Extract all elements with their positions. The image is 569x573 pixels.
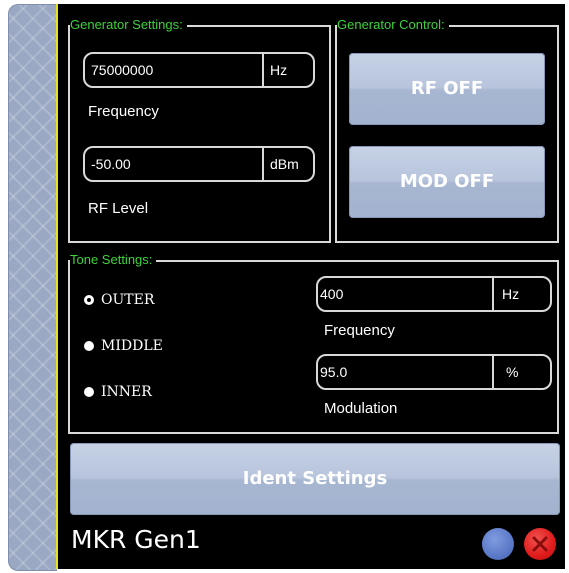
radio-unselected-icon — [84, 341, 94, 351]
tone-settings-group: Tone Settings: OUTER MIDDLE INNER 400 Hz… — [68, 251, 559, 434]
generator-settings-title: Generator Settings: — [70, 16, 187, 34]
frequency-value: 75000000 — [91, 62, 154, 78]
radio-unselected-icon — [84, 387, 94, 397]
tone-frequency-label: Frequency — [324, 322, 395, 339]
unit-divider — [492, 356, 494, 388]
tone-settings-title: Tone Settings: — [70, 251, 157, 269]
blue-circle-button[interactable] — [482, 528, 514, 560]
radio-middle-label: MIDDLE — [101, 338, 163, 354]
mod-off-button[interactable]: MOD OFF — [349, 146, 545, 218]
rf-off-button[interactable]: RF OFF — [349, 53, 545, 125]
tone-frequency-field[interactable]: 400 Hz — [316, 276, 552, 312]
radio-outer[interactable]: OUTER — [84, 292, 154, 308]
modulation-unit: % — [506, 364, 519, 380]
app-window: Generator Settings: 75000000 Hz Frequenc… — [0, 0, 569, 573]
generator-control-group: Generator Control: RF OFF MOD OFF — [335, 16, 559, 243]
modulation-field[interactable]: 95.0 % — [316, 354, 552, 390]
unit-divider — [262, 148, 264, 180]
modulation-label: Modulation — [324, 400, 398, 417]
radio-inner-label: INNER — [101, 384, 152, 400]
tone-frequency-unit: Hz — [502, 286, 520, 302]
frequency-field[interactable]: 75000000 Hz — [83, 52, 315, 88]
generator-control-title: Generator Control: — [337, 16, 449, 34]
radio-middle[interactable]: MIDDLE — [84, 338, 163, 354]
frequency-unit: Hz — [270, 62, 288, 78]
main-panel: Generator Settings: 75000000 Hz Frequenc… — [56, 4, 565, 569]
close-icon[interactable] — [524, 528, 556, 560]
footer-title: MKR Gen1 — [71, 525, 201, 554]
unit-divider — [492, 278, 494, 310]
close-x-glyph — [532, 536, 548, 552]
ident-settings-button[interactable]: Ident Settings — [70, 443, 560, 515]
radio-selected-icon — [84, 295, 94, 305]
modulation-value: 95.0 — [320, 364, 348, 380]
tone-frequency-value: 400 — [320, 286, 344, 302]
rf-level-field[interactable]: -50.00 dBm — [83, 146, 315, 182]
frequency-label: Frequency — [88, 103, 159, 120]
unit-divider — [262, 54, 264, 86]
rf-level-label: RF Level — [88, 200, 149, 217]
rf-level-value: -50.00 — [91, 156, 131, 172]
radio-outer-label: OUTER — [101, 292, 155, 308]
side-handle-strip[interactable] — [8, 4, 57, 571]
generator-settings-group: Generator Settings: 75000000 Hz Frequenc… — [68, 16, 331, 243]
radio-inner[interactable]: INNER — [84, 384, 152, 400]
rf-level-unit: dBm — [270, 156, 299, 172]
